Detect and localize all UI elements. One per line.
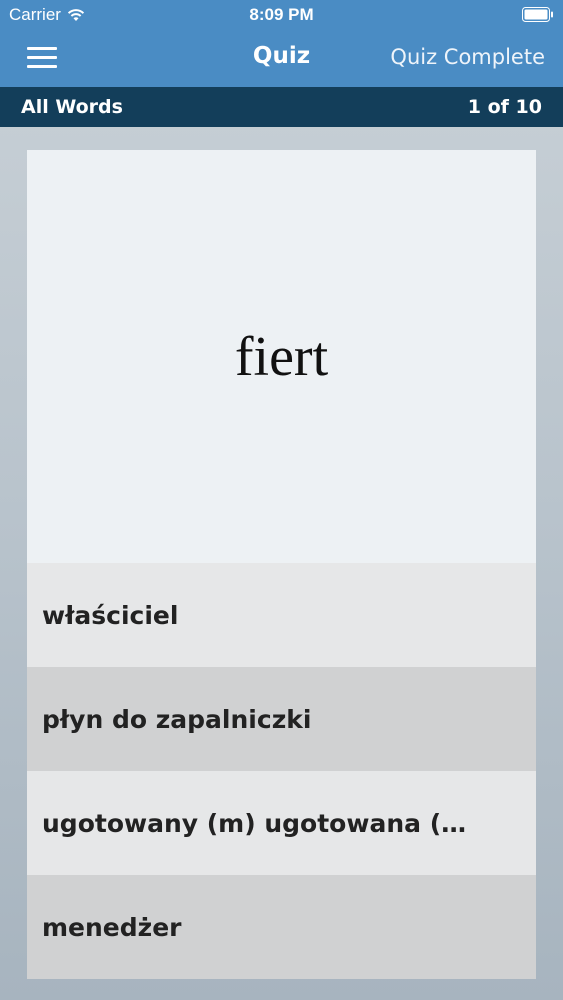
nav-bar: Quiz Quiz Complete [0, 30, 563, 87]
answer-option-1[interactable]: właściciel [27, 563, 536, 667]
answer-option-3[interactable]: ugotowany (m) ugotowana (… [27, 771, 536, 875]
quiz-complete-button[interactable]: Quiz Complete [390, 45, 545, 69]
category-label: All Words [21, 96, 123, 118]
status-time: 8:09 PM [249, 5, 314, 24]
answer-option-2[interactable]: płyn do zapalniczki [27, 667, 536, 771]
quiz-card: fiert właściciel płyn do zapalniczki ugo… [27, 150, 536, 979]
prompt-area: fiert [27, 150, 536, 563]
battery-icon [522, 7, 553, 22]
hamburger-menu-icon[interactable] [27, 47, 57, 69]
progress-counter: 1 of 10 [467, 96, 542, 118]
prompt-word: fiert [234, 325, 329, 388]
sub-bar: All Words 1 of 10 [0, 87, 563, 127]
status-bar: Carrier 8:09 PM [0, 0, 563, 30]
answer-option-4[interactable]: menedżer [27, 875, 536, 979]
